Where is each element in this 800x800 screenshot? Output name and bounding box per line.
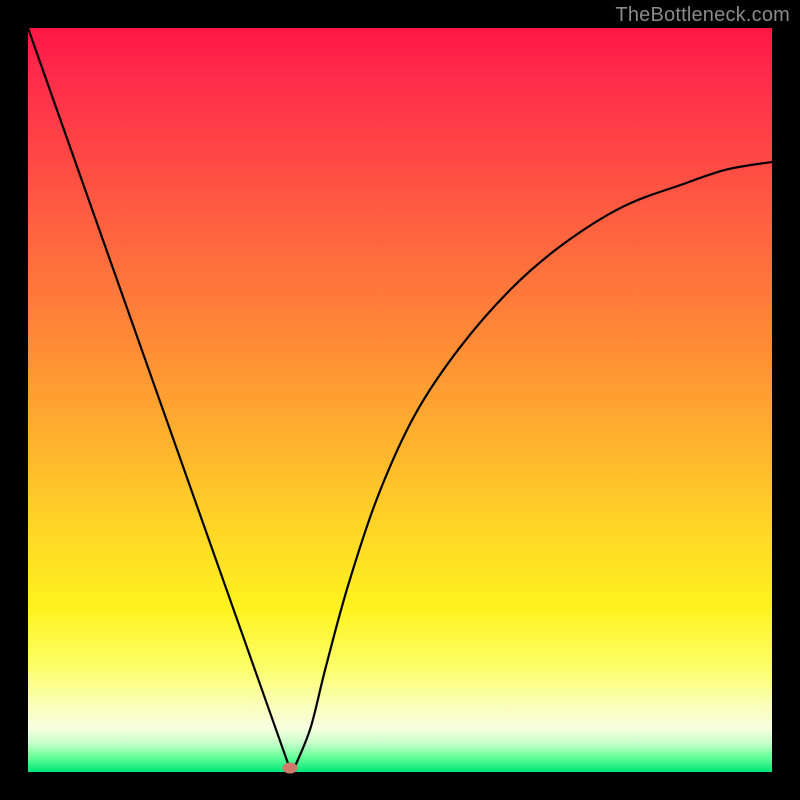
chart-frame: TheBottleneck.com: [0, 0, 800, 800]
watermark-text: TheBottleneck.com: [615, 4, 790, 27]
bottleneck-curve: [28, 28, 772, 772]
chart-plot-area: [28, 28, 772, 772]
optimum-marker: [282, 762, 297, 773]
